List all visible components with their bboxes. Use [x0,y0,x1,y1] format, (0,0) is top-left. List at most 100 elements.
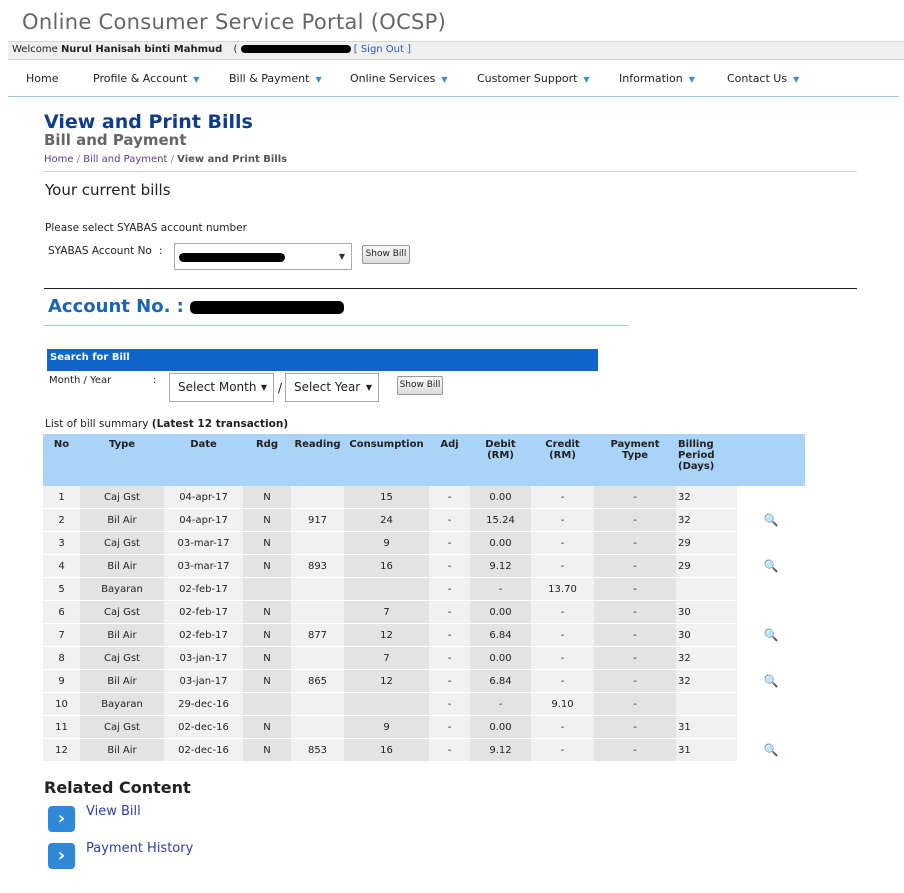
table-cell: 29 [676,531,737,555]
table-cell: - [594,554,676,578]
nav-contact-us[interactable]: Contact Us ▼ [727,62,799,96]
table-cell: - [594,486,676,509]
column-header: Date [164,434,243,486]
table-cell: 16 [344,554,429,578]
nav-bill-payment[interactable]: Bill & Payment ▼ [229,62,322,96]
table-cell: 0.00 [470,715,531,739]
table-cell: - [429,508,470,532]
table-cell [344,577,429,601]
table-cell: 917 [291,508,344,532]
table-cell: - [531,669,594,693]
view-bill-search-icon[interactable]: 🔍 [737,623,805,647]
table-row: 11 Caj Gst 02-dec-16 N 9-0.00- -31 [43,715,805,739]
table-cell [291,646,344,670]
table-cell: Caj Gst [80,486,164,509]
chevron-right-icon[interactable]: › [48,843,75,869]
table-cell: 30 [676,623,737,647]
caret-down-icon: ▼ [315,75,322,84]
view-bill-search-icon[interactable]: 🔍 [737,738,805,762]
search-show-bill-button[interactable]: Show Bill [397,376,443,395]
table-cell [737,577,805,601]
open-paren: ( [233,44,238,55]
table-cell: 30 [676,600,737,624]
table-cell: 8 [43,646,80,670]
year-select[interactable]: Select Year ▼ [285,373,379,402]
account-select[interactable]: ▼ [174,243,352,270]
view-bill-search-icon[interactable]: 🔍 [737,554,805,578]
nav-information[interactable]: Information ▼ [619,62,695,96]
search-icon[interactable]: 🔍 [764,559,779,573]
table-cell: 31 [676,715,737,739]
current-bills-heading: Your current bills [45,181,171,199]
table-cell: - [531,554,594,578]
table-cell: 03-mar-17 [164,531,243,555]
caret-down-icon: ▼ [260,383,267,392]
breadcrumb-home[interactable]: Home [44,154,74,165]
table-cell: - [594,531,676,555]
main-nav: Home Profile & Account ▼ Bill & Payment ▼ … [8,62,899,97]
table-cell: N [243,646,291,670]
table-cell: - [429,554,470,578]
table-cell: 9 [43,669,80,693]
table-cell: - [429,669,470,693]
label-colon: : [158,245,163,257]
search-icon[interactable]: 🔍 [764,513,779,527]
table-cell: 9 [344,531,429,555]
nav-label: Bill & Payment [229,72,310,85]
table-cell: - [531,486,594,509]
column-header: Credit (RM) [531,434,594,486]
table-cell: 9.10 [531,692,594,716]
table-cell: - [470,577,531,601]
table-row: 2 Bil Air 04-apr-17 N 917 24-15.24- -32 🔍 [43,508,805,532]
table-cell: - [429,692,470,716]
table-cell: 6.84 [470,669,531,693]
table-cell: 02-dec-16 [164,715,243,739]
nav-profile-account[interactable]: Profile & Account ▼ [93,62,199,96]
table-cell: 1 [43,486,80,509]
nav-online-services[interactable]: Online Services ▼ [350,62,448,96]
table-cell: 32 [676,669,737,693]
table-cell: - [429,738,470,762]
table-cell [737,646,805,670]
table-cell: - [429,715,470,739]
table-cell [737,692,805,716]
table-cell: - [594,623,676,647]
month-year-label: Month / Year [49,375,112,386]
search-icon[interactable]: 🔍 [764,743,779,757]
search-icon[interactable]: 🔍 [764,628,779,642]
page-title: View and Print Bills [44,111,253,133]
table-cell: - [594,669,676,693]
breadcrumb-bill-payment[interactable]: Bill and Payment [83,154,167,165]
payment-history-link[interactable]: Payment History [86,841,193,856]
table-cell: 15 [344,486,429,509]
view-bill-search-icon[interactable]: 🔍 [737,669,805,693]
column-header: Type [80,434,164,486]
table-cell [291,715,344,739]
column-header [737,434,805,486]
table-cell: - [594,738,676,762]
sign-out-link[interactable]: [ Sign Out ] [354,44,411,55]
table-cell: 12 [344,623,429,647]
table-cell: 6 [43,600,80,624]
table-row: 1 Caj Gst 04-apr-17 N 15-0.00- -32 [43,486,805,509]
table-cell: Caj Gst [80,600,164,624]
table-cell: Bil Air [80,738,164,762]
select-account-prompt: Please select SYABAS account number [45,222,247,234]
table-cell: - [594,715,676,739]
table-cell: - [531,646,594,670]
table-cell: 9 [344,715,429,739]
table-cell: 32 [676,508,737,532]
show-bill-button[interactable]: Show Bill [362,245,410,264]
month-select[interactable]: Select Month ▼ [169,373,274,402]
table-cell: - [429,486,470,509]
table-cell: 893 [291,554,344,578]
view-bill-search-icon[interactable]: 🔍 [737,508,805,532]
table-row: 9 Bil Air 03-jan-17 N 865 12-6.84- -32 🔍 [43,669,805,693]
nav-customer-support[interactable]: Customer Support ▼ [477,62,590,96]
table-cell: N [243,738,291,762]
chevron-right-icon[interactable]: › [48,806,75,832]
search-icon[interactable]: 🔍 [764,674,779,688]
table-cell: - [531,738,594,762]
view-bill-link[interactable]: View Bill [86,804,141,819]
nav-home[interactable]: Home [26,62,58,96]
